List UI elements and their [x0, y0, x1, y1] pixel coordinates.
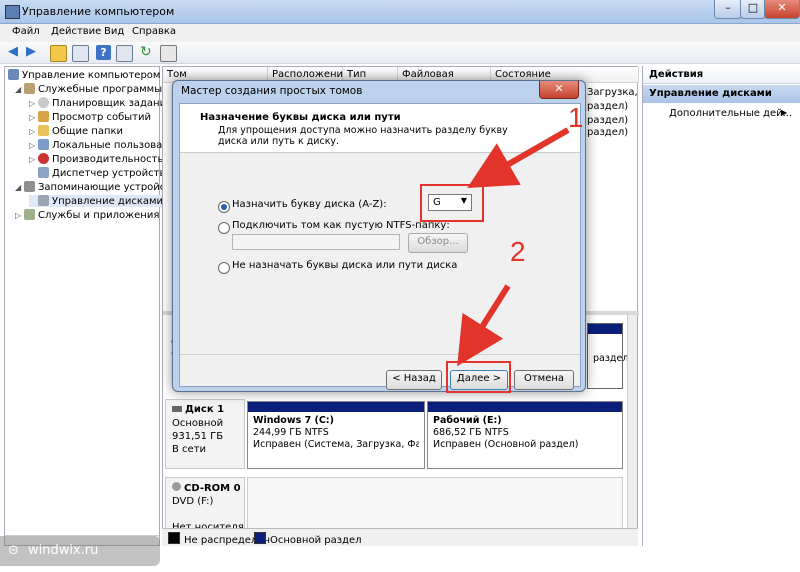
watermark-logo-icon: ⊝ [8, 543, 19, 558]
arrow-to-next-button [457, 284, 511, 367]
watermark: ⊝ windwix.ru [0, 536, 160, 566]
watermark-text: windwix.ru [28, 543, 99, 558]
annotation-arrows [457, 127, 570, 367]
arrow-to-drive-letter [467, 127, 570, 188]
